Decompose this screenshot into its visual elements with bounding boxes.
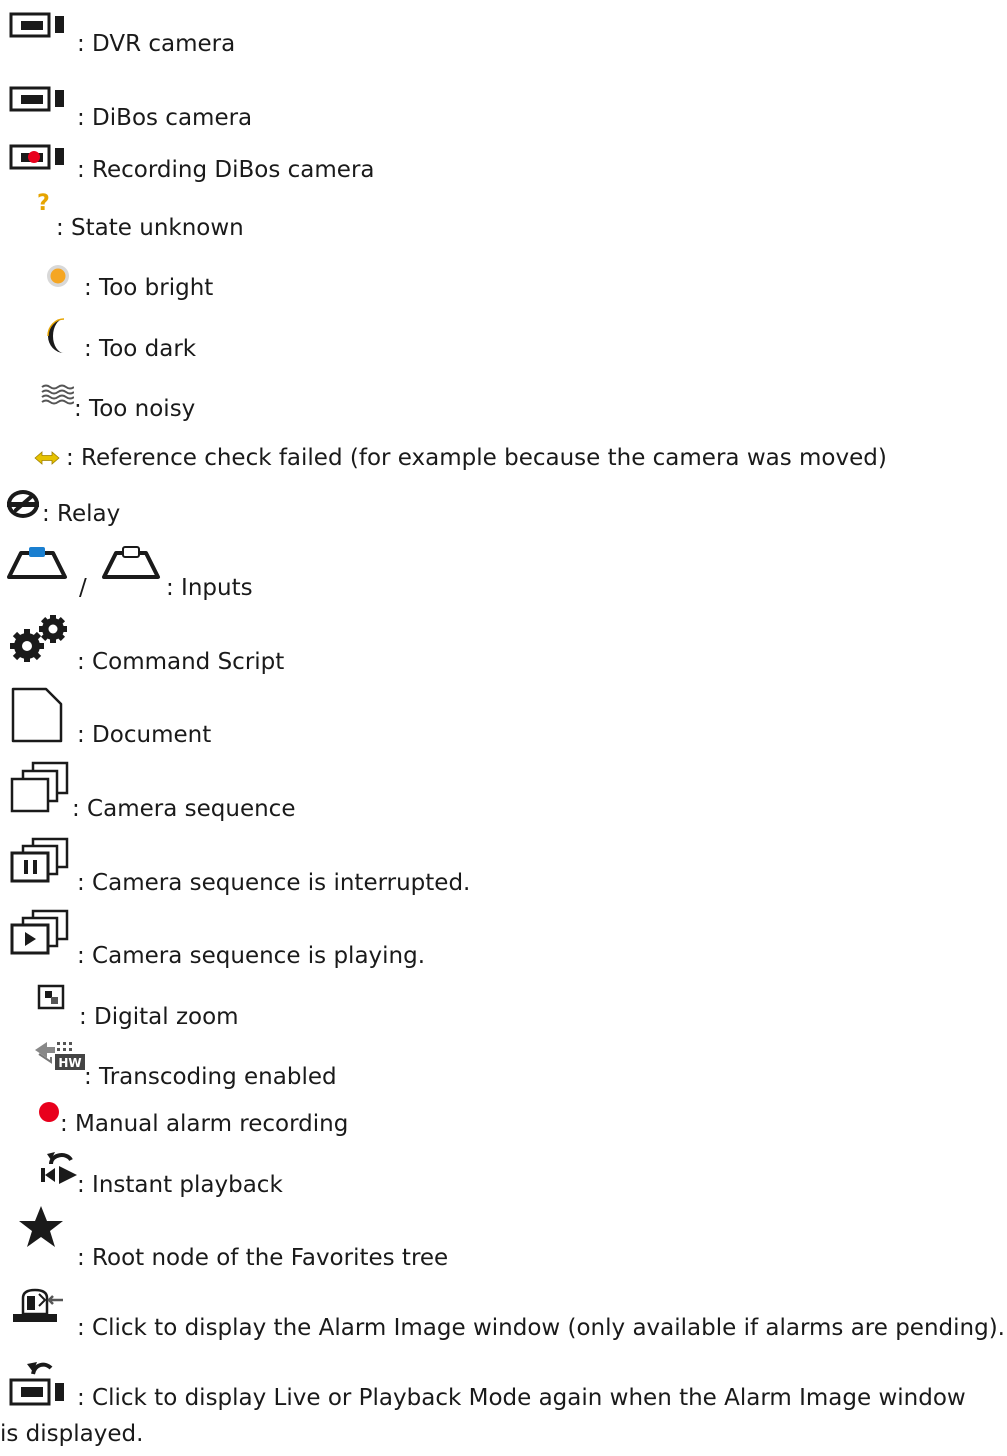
svg-text:?: ? [37,191,50,214]
moon-icon [47,318,65,353]
hw-badge-text: HW [58,1056,81,1070]
double-arrow-icon [34,451,60,465]
item-label: : Digital zoom [79,1004,239,1030]
item-label: : Click to display Live or Playback Mode… [0,1385,966,1447]
question-mark-icon: ? [37,191,50,214]
input-icon [102,546,160,579]
item-label: : Document [77,722,212,748]
digital-zoom-icon [37,984,65,1010]
item-label: : Camera sequence [72,796,296,822]
gears-icon [10,615,67,662]
item-label: : Reference check failed (for example be… [66,445,887,471]
recording-dibos-camera-icon [9,144,64,170]
camera-sequence-paused-icon [10,837,69,883]
item-label: : Root node of the Favorites tree [77,1245,449,1271]
red-dot-icon [39,1102,59,1122]
item-label: : Click to display the Alarm Image windo… [77,1315,1005,1341]
dvr-camera-icon [9,12,64,38]
item-label: : Camera sequence is interrupted. [77,870,471,896]
item-label: : Too noisy [74,396,196,422]
item-label: : Command Script [77,649,285,675]
item-label: : Too bright [84,275,214,301]
item-label: : State unknown [56,215,244,241]
item-label: : Manual alarm recording [60,1111,349,1137]
dibos-camera-icon [9,86,64,112]
alarm-image-icon [13,1288,63,1322]
sun-icon [47,265,69,287]
item-label: : DiBos camera [77,105,253,131]
item-label: : Transcoding enabled [84,1064,337,1090]
item-label: : Camera sequence is playing. [77,943,426,969]
camera-sequence-icon [10,761,69,813]
noise-icon [41,384,74,405]
inputs-separator: / [79,575,87,601]
item-label: : Relay [42,501,121,527]
item-label: : Inputs [166,575,253,601]
transcoding-icon: HW [35,1042,85,1070]
relay-icon [7,490,39,518]
camera-sequence-playing-icon [10,909,69,955]
item-label: : Instant playback [77,1172,283,1198]
item-label: : Too dark [84,336,197,362]
input-icon [7,547,67,579]
item-label: : DVR camera [77,31,236,57]
star-icon [19,1206,63,1247]
document-icon [11,687,63,743]
item-label: : Recording DiBos camera [77,157,375,183]
